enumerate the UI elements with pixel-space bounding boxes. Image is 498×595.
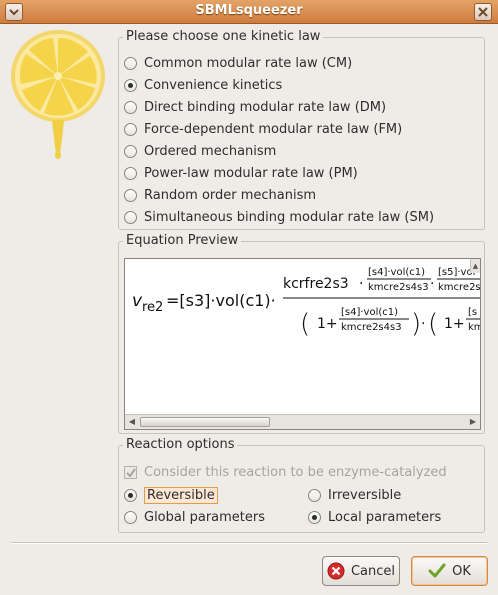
kinetic-option-label: Power-law modular rate law (PM) [144,165,358,181]
kinetic-option-label: Direct binding modular rate law (DM) [144,99,387,115]
left-paren-2: ( [428,309,438,339]
equation-preview-legend: Equation Preview [123,233,242,248]
dot-3: · [421,316,425,332]
reversible-option[interactable]: Reversible [124,485,218,505]
radio-button[interactable] [124,210,137,224]
scroll-left-icon[interactable]: ◀ [125,415,139,429]
radio-button[interactable] [124,510,137,524]
dot-2: · [430,276,434,292]
dot-1: · [359,276,363,292]
local-parameters-option[interactable]: Local parameters [308,507,441,527]
local-parameters-label: Local parameters [328,509,442,525]
kinetic-option-label: Ordered mechanism [144,143,277,159]
kinetic-option-label: Convenience kinetics [144,77,283,93]
radio-button[interactable] [308,488,321,502]
kinetic-option-random[interactable]: Random order mechanism [124,185,316,205]
lemon-logo [11,30,105,159]
one-plus-1: 1+ [317,316,338,332]
enzyme-checkbox[interactable] [124,465,137,479]
kinetic-option-label: Force-dependent modular rate law (FM) [144,121,403,137]
right-paren-1: ) [411,309,421,339]
global-parameters-label: Global parameters [144,509,266,525]
global-parameters-option[interactable]: Global parameters [124,507,265,527]
rate-subscript: re2 [142,300,163,315]
checkmark-icon [428,563,446,578]
kinetic-option-pm[interactable]: Power-law modular rate law (PM) [124,163,358,183]
radio-button[interactable] [124,188,137,202]
cancel-button[interactable]: Cancel [322,556,400,586]
kinetic-option-label: Simultaneous binding modular rate law (S… [144,209,435,225]
kinetic-law-legend: Please choose one kinetic law [123,29,324,44]
enzyme-catalyzed-checkbox-row[interactable]: Consider this reaction to be enzyme-cata… [124,462,447,482]
cancel-label: Cancel [350,563,396,579]
reaction-options-group: Reaction options Consider this reaction … [118,437,485,533]
equation-preview-group: Equation Preview v re2 =[s3]·vol(c1)· kc… [118,233,485,434]
window-title: SBMLsqueezer [195,3,303,18]
kinetic-option-dm[interactable]: Direct binding modular rate law (DM) [124,97,386,117]
kinetic-option-ordered[interactable]: Ordered mechanism [124,141,276,161]
den-frac-numerator: [s4]·vol(c1) [341,307,398,318]
scroll-right-icon[interactable]: ▶ [466,415,480,429]
radio-button[interactable] [124,122,137,136]
radio-button[interactable] [124,56,137,70]
equation-preview-pane[interactable]: v re2 =[s3]·vol(c1)· kcrfre2s3 · [s4]·vo… [124,258,481,430]
one-plus-2: 1+ [444,316,465,332]
den-frac-denominator: kmcre2s4s3 [341,322,402,333]
check-icon [126,467,136,478]
kinetic-law-group: Please choose one kinetic law Common mod… [118,29,485,230]
ok-button[interactable]: OK [411,556,488,586]
equation-lhs: =[s3]·vol(c1)· [166,291,276,310]
equation-formula: v re2 =[s3]·vol(c1)· kcrfre2s3 · [s4]·vo… [132,267,481,339]
close-icon[interactable] [474,3,492,21]
reaction-options-legend: Reaction options [123,437,238,452]
kcr-term: kcrfre2s3 [283,276,349,292]
radio-button[interactable] [124,100,137,114]
title-bar[interactable]: SBMLsqueezer [0,0,498,24]
horizontal-scrollbar[interactable]: ◀ ▶ [125,414,480,429]
separator [11,542,487,544]
kinetic-option-fm[interactable]: Force-dependent modular rate law (FM) [124,119,402,139]
radio-button[interactable] [124,144,137,158]
den2-numerator: [s [468,307,477,318]
den2-denominator: km [468,322,481,333]
radio-button[interactable] [124,78,137,92]
irreversible-label: Irreversible [328,487,402,503]
kinetic-option-convenience[interactable]: Convenience kinetics [124,75,282,95]
frac2-denominator: kmcre2s [438,282,481,293]
enzyme-catalyzed-label: Consider this reaction to be enzyme-cata… [144,464,447,480]
left-paren-1: ( [300,309,310,339]
scrollbar-thumb[interactable] [140,417,270,427]
kinetic-option-label: Common modular rate law (CM) [144,55,353,71]
irreversible-option[interactable]: Irreversible [308,485,401,505]
radio-button[interactable] [124,488,137,502]
radio-button[interactable] [124,166,137,180]
frac1-denominator: kmcre2s4s3 [368,282,429,293]
cancel-icon [327,562,345,580]
ok-label: OK [452,563,471,579]
kinetic-option-cm[interactable]: Common modular rate law (CM) [124,53,352,73]
radio-button[interactable] [308,510,321,524]
frac1-numerator: [s4]·vol(c1) [368,267,425,278]
kinetic-option-sm[interactable]: Simultaneous binding modular rate law (S… [124,207,434,227]
kinetic-option-label: Random order mechanism [144,187,317,203]
scroll-up-icon[interactable]: ▲ [470,259,480,273]
reversible-label: Reversible [144,486,218,504]
